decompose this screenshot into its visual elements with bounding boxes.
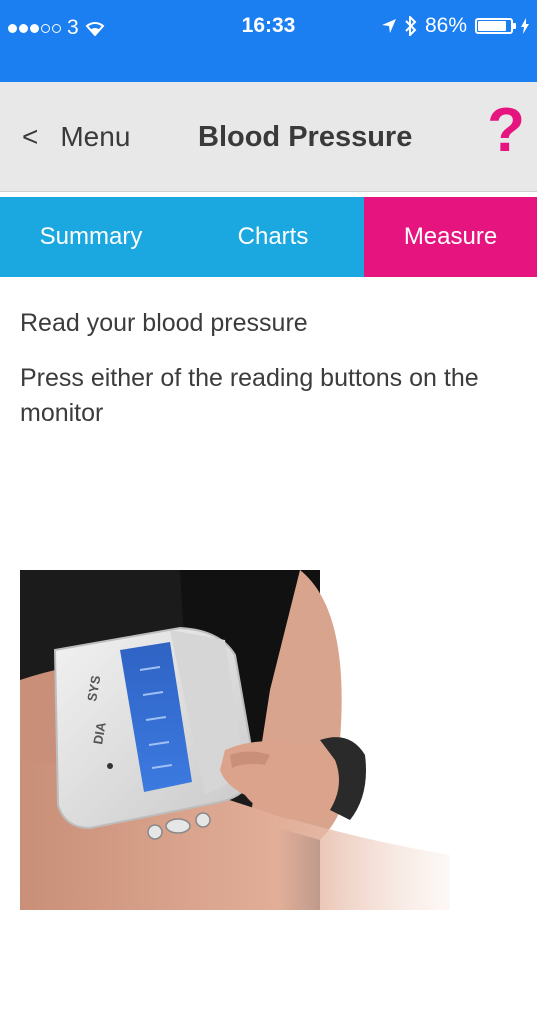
bluetooth-icon xyxy=(405,16,417,36)
help-button[interactable]: ? xyxy=(487,100,525,162)
location-arrow-icon xyxy=(381,19,396,33)
navigation-bar: < Menu Blood Pressure ? xyxy=(0,82,537,192)
battery-percent: 86% xyxy=(424,14,467,37)
measure-content: Read your blood pressure Press either of… xyxy=(20,306,520,451)
page-title: Blood Pressure xyxy=(198,120,413,153)
back-chevron-icon: < xyxy=(22,121,39,152)
back-button[interactable]: < Menu xyxy=(22,82,130,192)
blood-pressure-monitor-photo: SYS DIA xyxy=(20,570,450,910)
tab-summary[interactable]: Summary xyxy=(0,197,182,277)
measure-heading: Read your blood pressure xyxy=(20,309,308,337)
battery-icon xyxy=(475,18,516,34)
status-right: 86% xyxy=(381,14,529,38)
back-button-label: Menu xyxy=(60,121,131,152)
measure-instruction: Press either of the reading buttons on t… xyxy=(20,364,479,427)
tab-bar: Summary Charts Measure xyxy=(0,197,537,277)
tab-charts[interactable]: Charts xyxy=(182,197,364,277)
status-bar: 3 16:33 86% xyxy=(0,0,537,82)
tab-measure[interactable]: Measure xyxy=(364,197,537,277)
charging-bolt-icon xyxy=(521,18,529,34)
